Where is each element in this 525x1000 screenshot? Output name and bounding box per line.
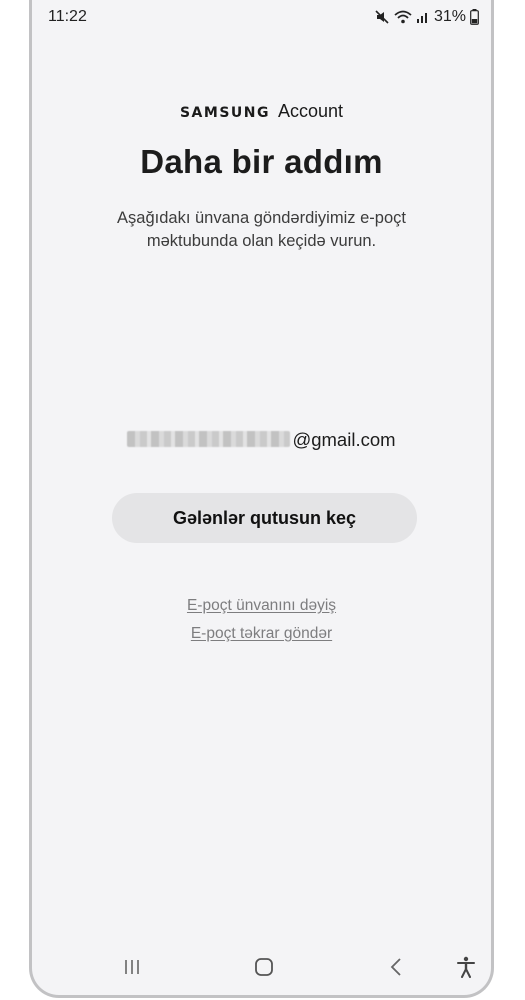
go-to-inbox-button[interactable]: Gələnlər qutusun keç: [112, 493, 417, 543]
navigation-bar: [32, 955, 491, 979]
wifi-icon: [394, 9, 412, 25]
status-bar: 11:22 31%: [32, 0, 491, 34]
signal-icon: [416, 10, 430, 24]
samsung-account-logo: SAMSUNG Account: [32, 101, 491, 122]
resend-email-link[interactable]: E-poçt təkrar göndər: [32, 625, 491, 643]
phone-screen: 11:22 31% SAMSUNG Account Daha bir addım…: [29, 0, 494, 998]
battery-percent: 31%: [433, 8, 466, 25]
instruction-text: Aşağıdakı ünvana göndərdiyimiz e-poçt mə…: [117, 209, 406, 250]
home-icon[interactable]: [250, 955, 278, 979]
status-icons: 31%: [374, 8, 479, 26]
mute-icon: [374, 9, 390, 25]
account-wordmark: Account: [277, 101, 344, 121]
battery-icon: [470, 9, 479, 25]
email-domain: @gmail.com: [292, 429, 396, 450]
change-email-link[interactable]: E-poçt ünvanını dəyiş: [32, 597, 491, 615]
back-icon[interactable]: [382, 955, 410, 979]
recents-icon[interactable]: [118, 955, 146, 979]
email-address: @gmail.com: [32, 429, 491, 451]
status-time: 11:22: [48, 8, 87, 25]
email-redacted-part: [127, 431, 291, 447]
samsung-wordmark: SAMSUNG: [179, 105, 270, 121]
page-title: Daha bir addım: [140, 143, 383, 180]
accessibility-icon[interactable]: [452, 955, 480, 979]
